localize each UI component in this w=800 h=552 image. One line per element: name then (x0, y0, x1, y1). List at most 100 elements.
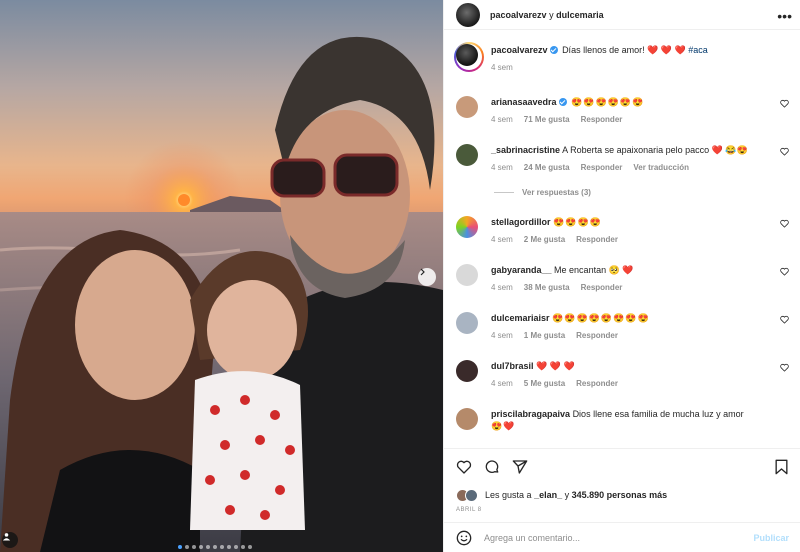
like-comment-heart-icon[interactable] (780, 315, 789, 324)
comment-bubble-icon[interactable] (484, 459, 500, 475)
more-horizontal-icon[interactable]: ••• (777, 8, 792, 24)
comment-username[interactable]: dul7brasil (491, 361, 534, 371)
carousel-dot (248, 545, 252, 549)
likes-summary[interactable]: Les gusta a _elan_ y 345.890 personas má… (456, 489, 668, 502)
post-side-panel: pacoalvarezv y dulcemaria ••• pacoalvare… (443, 0, 800, 552)
caption: pacoalvarezv Días llenos de amor! ❤️ ❤️ … (454, 42, 789, 84)
carousel-dot (241, 545, 245, 549)
carousel-dot (199, 545, 203, 549)
comment-text: Dios llene esa familia de mucha luz y am… (572, 409, 744, 419)
comment-likes[interactable]: 24 Me gusta (524, 162, 570, 174)
comment-text: A Roberta se apaixonaria pelo pacco ❤️ 😂… (562, 145, 748, 155)
commenter-avatar[interactable] (456, 360, 478, 382)
liker-username[interactable]: _elan_ (534, 490, 562, 500)
likes-count[interactable]: 345.890 personas más (572, 490, 668, 500)
chevron-right-icon (420, 268, 425, 276)
comment-likes[interactable]: 38 Me gusta (524, 282, 570, 294)
comment-text: Me encantan 🥺 ❤️ (554, 265, 634, 275)
verified-badge-icon (549, 46, 558, 54)
carousel-dot (178, 545, 182, 549)
post-photo[interactable] (0, 0, 443, 552)
verified-badge-icon (558, 98, 567, 106)
carousel-dot (220, 545, 224, 549)
commenter-avatar[interactable] (456, 264, 478, 286)
tagged-users-button[interactable] (2, 532, 18, 548)
commenter-avatar[interactable] (456, 144, 478, 166)
likes-prefix: Les gusta a (485, 490, 532, 500)
author-avatar[interactable] (456, 2, 480, 27)
view-replies-button[interactable]: Ver respuestas (3) (494, 188, 591, 197)
comment-time[interactable]: 4 sem (491, 114, 513, 126)
comment-text: 😍😍😍😍😍😍😍😍 (552, 313, 650, 323)
post-authors: pacoalvarezv y dulcemaria (490, 10, 604, 20)
post-actions: Les gusta a _elan_ y 345.890 personas má… (444, 448, 800, 513)
like-comment-heart-icon[interactable] (780, 267, 789, 276)
like-comment-heart-icon[interactable] (780, 99, 789, 108)
coauthor-username[interactable]: dulcemaria (556, 10, 604, 20)
commenter-avatar[interactable] (456, 216, 478, 238)
caption-text: Días llenos de amor! (562, 45, 645, 55)
commenter-avatar[interactable] (456, 312, 478, 334)
comment-likes[interactable]: 1 Me gusta (524, 330, 565, 342)
reply-button[interactable]: Responder (576, 330, 618, 342)
reply-button[interactable]: Responder (576, 378, 618, 390)
author-story-ring[interactable] (454, 42, 484, 72)
author-username[interactable]: pacoalvarezv (490, 10, 547, 20)
comment-text-emojis: 😍❤️ (491, 421, 516, 431)
liker-avatar (465, 489, 478, 502)
likes-connector: y (564, 490, 570, 500)
caption-username[interactable]: pacoalvarezv (491, 45, 548, 55)
comment-username[interactable]: priscilabragapaiva (491, 409, 570, 419)
emoji-smiley-icon[interactable] (456, 530, 472, 546)
carousel-dot (213, 545, 217, 549)
comment-text: 😍😍😍😍 (553, 217, 602, 227)
publish-button[interactable]: Publicar (753, 533, 789, 543)
like-comment-heart-icon[interactable] (780, 147, 789, 156)
replies-divider (494, 192, 514, 193)
comment-username[interactable]: _sabrinacristine (491, 145, 560, 155)
carousel-dot (206, 545, 210, 549)
comment-time[interactable]: 4 sem (491, 162, 513, 174)
comment-username[interactable]: stellagordillor (491, 217, 551, 227)
comment-likes[interactable]: 2 Me gusta (524, 234, 565, 246)
comment-input[interactable] (484, 532, 724, 543)
comment-likes[interactable]: 5 Me gusta (524, 378, 565, 390)
like-heart-icon[interactable] (456, 459, 472, 475)
comment-time[interactable]: 4 sem (491, 330, 513, 342)
comment-username[interactable]: gabyaranda__ (491, 265, 552, 275)
comment-likes[interactable]: 71 Me gusta (524, 114, 570, 126)
commenter-avatar[interactable] (456, 96, 478, 118)
commenter-avatar[interactable] (456, 408, 478, 430)
like-comment-heart-icon[interactable] (780, 219, 789, 228)
comment-text: ❤️ ❤️ ❤️ (536, 361, 575, 371)
comments-list: pacoalvarezv Días llenos de amor! ❤️ ❤️ … (444, 38, 800, 438)
reply-button[interactable]: Responder (581, 114, 623, 126)
authors-separator: y (549, 9, 554, 20)
carousel-dots (178, 545, 252, 549)
like-comment-heart-icon[interactable] (780, 363, 789, 372)
carousel-dot (192, 545, 196, 549)
likers-avatars (456, 489, 480, 502)
share-paper-plane-icon[interactable] (512, 459, 528, 475)
comment-username[interactable]: arianasaavedra (491, 97, 557, 107)
comment-time[interactable]: 4 sem (491, 282, 513, 294)
add-comment-bar: Publicar (444, 522, 800, 552)
carousel-dot (234, 545, 238, 549)
instagram-post: pacoalvarezv y dulcemaria ••• pacoalvare… (0, 0, 800, 552)
carousel-dot (185, 545, 189, 549)
reply-button[interactable]: Responder (576, 234, 618, 246)
beach-family-photo (0, 0, 443, 552)
reply-button[interactable]: Responder (581, 282, 623, 294)
post-header: pacoalvarezv y dulcemaria ••• (444, 0, 800, 30)
caption-hashtag[interactable]: #aca (688, 45, 708, 55)
comment-time[interactable]: 4 sem (491, 378, 513, 390)
caption-emojis: ❤️ ❤️ ❤️ (647, 45, 686, 55)
comment-time[interactable]: 4 sem (491, 234, 513, 246)
post-date[interactable]: ABRIL 8 (456, 507, 482, 513)
see-translation-button[interactable]: Ver traducción (633, 162, 689, 174)
caption-time[interactable]: 4 sem (491, 62, 513, 74)
comment-username[interactable]: dulcemariaisr (491, 313, 550, 323)
save-bookmark-icon[interactable] (774, 459, 789, 475)
carousel-next-button[interactable] (418, 268, 436, 286)
reply-button[interactable]: Responder (581, 162, 623, 174)
